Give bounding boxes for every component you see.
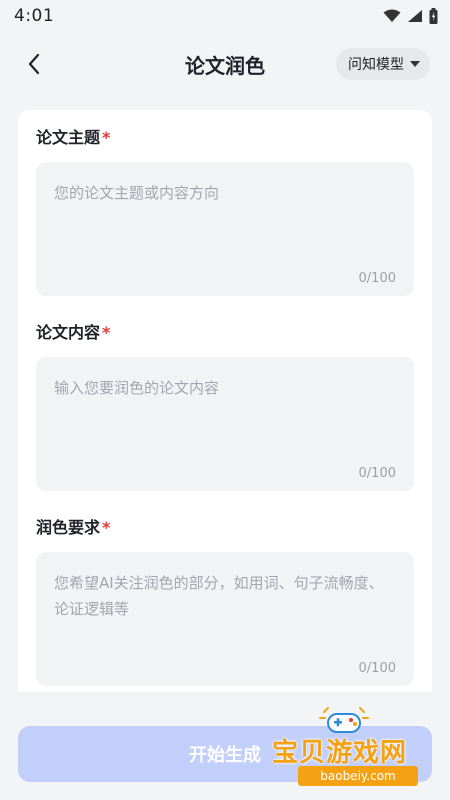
signal-icon <box>408 10 422 22</box>
required-mark: * <box>102 518 111 537</box>
field-label: 润色要求 * <box>36 514 414 537</box>
required-mark: * <box>102 128 111 147</box>
content-input[interactable]: 输入您要润色的论文内容 0/100 <box>36 357 414 491</box>
model-selector[interactable]: 问知模型 <box>336 48 430 80</box>
form-card: 论文主题 * 您的论文主题或内容方向 0/100 论文内容 * 输入您要润色的论文内… <box>18 110 432 692</box>
watermark: 宝贝游戏网 baobeiy.com <box>272 706 448 792</box>
field-label-text: 论文内容 <box>36 323 101 342</box>
topic-input[interactable]: 您的论文主题或内容方向 0/100 <box>36 162 414 296</box>
content-placeholder: 输入您要润色的论文内容 <box>54 379 220 397</box>
field-topic: 论文主题 * 您的论文主题或内容方向 0/100 <box>36 124 414 296</box>
caret-down-icon <box>410 61 420 67</box>
requirements-placeholder: 您希望AI关注润色的部分，如用词、句子流畅度、论证逻辑等 <box>54 574 384 618</box>
model-selector-label: 问知模型 <box>348 57 404 73</box>
required-mark: * <box>102 323 111 342</box>
header: 论文润色 问知模型 <box>0 36 450 92</box>
status-icons <box>383 8 438 24</box>
status-time: 4:01 <box>14 6 55 26</box>
field-label-text: 润色要求 <box>36 518 101 537</box>
char-counter: 0/100 <box>358 466 396 481</box>
char-counter: 0/100 <box>358 271 396 286</box>
char-counter: 0/100 <box>358 661 396 676</box>
field-label: 论文主题 * <box>36 124 414 147</box>
status-bar: 4:01 <box>0 0 450 32</box>
field-label-text: 论文主题 <box>36 128 101 147</box>
requirements-input[interactable]: 您希望AI关注润色的部分，如用词、句子流畅度、论证逻辑等 0/100 <box>36 552 414 686</box>
watermark-title: 宝贝游戏网 <box>272 738 408 768</box>
topic-placeholder: 您的论文主题或内容方向 <box>54 184 220 202</box>
field-requirements: 润色要求 * 您希望AI关注润色的部分，如用词、句子流畅度、论证逻辑等 0/100 <box>36 514 414 686</box>
battery-icon <box>429 8 438 24</box>
watermark-domain: baobeiy.com <box>298 766 418 786</box>
field-label: 论文内容 * <box>36 319 414 342</box>
wifi-icon <box>383 9 401 22</box>
field-content: 论文内容 * 输入您要润色的论文内容 0/100 <box>36 319 414 491</box>
start-generate-label: 开始生成 <box>189 745 261 766</box>
